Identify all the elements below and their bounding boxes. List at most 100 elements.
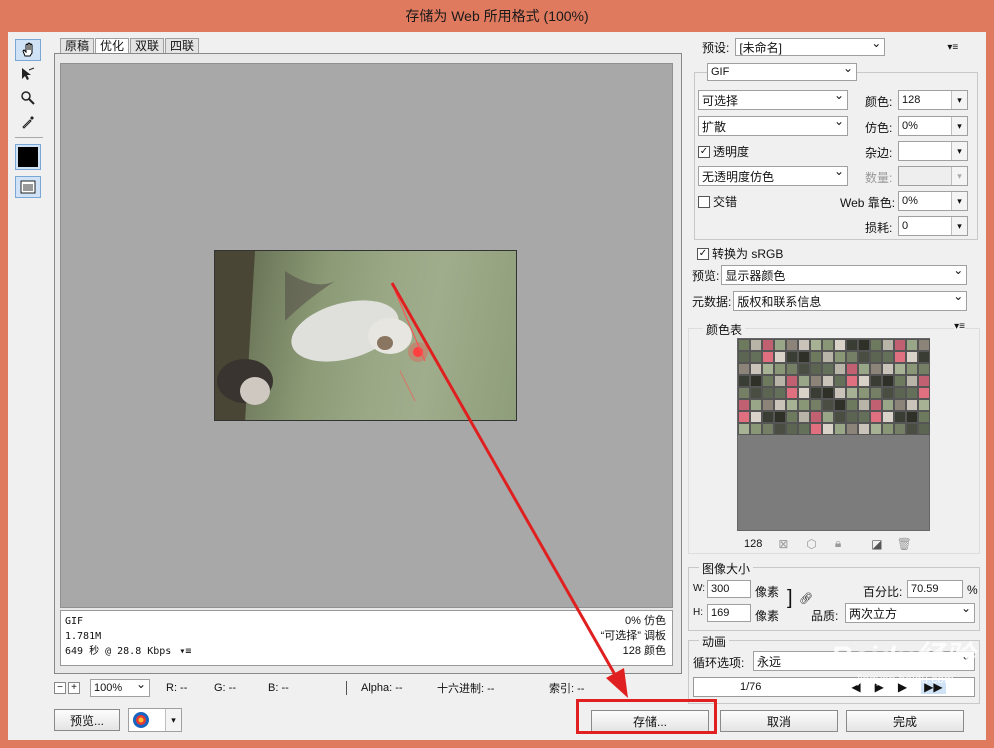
color-reduction-select[interactable]: 可选择	[698, 88, 848, 110]
new-color-icon[interactable]: ◪	[871, 537, 882, 551]
color-swatch[interactable]	[738, 387, 750, 399]
color-swatch[interactable]	[918, 399, 930, 411]
color-swatch[interactable]	[774, 399, 786, 411]
color-swatch[interactable]	[786, 363, 798, 375]
color-swatch[interactable]	[918, 423, 930, 435]
color-swatch[interactable]	[906, 363, 918, 375]
matte-select[interactable]: ▾	[898, 141, 968, 161]
color-swatch[interactable]	[810, 399, 822, 411]
color-swatch[interactable]	[798, 363, 810, 375]
color-swatch[interactable]	[858, 399, 870, 411]
convert-srgb-checkbox[interactable]: ✓	[697, 247, 709, 260]
zoom-tool[interactable]	[15, 87, 41, 109]
color-swatch[interactable]	[762, 423, 774, 435]
color-swatch[interactable]	[858, 375, 870, 387]
color-swatch[interactable]	[822, 339, 834, 351]
color-swatch[interactable]	[786, 375, 798, 387]
color-swatch[interactable]	[810, 351, 822, 363]
color-swatch[interactable]	[870, 363, 882, 375]
height-input[interactable]: 169	[707, 604, 751, 622]
color-swatch[interactable]	[822, 351, 834, 363]
map-transparent-icon[interactable]: ⊠	[778, 537, 788, 551]
color-swatch[interactable]	[858, 411, 870, 423]
color-swatch[interactable]	[750, 363, 762, 375]
color-swatch[interactable]	[750, 411, 762, 423]
trash-icon[interactable]: 🗑︎	[897, 537, 912, 551]
preview-mode-select[interactable]: 显示器颜色	[721, 263, 968, 285]
zoom-in-button[interactable]: +	[68, 682, 80, 694]
color-swatch[interactable]	[906, 351, 918, 363]
dither-algorithm-select[interactable]: 扩散	[698, 114, 848, 136]
percent-input[interactable]: 70.59	[907, 580, 963, 598]
color-swatch[interactable]	[738, 363, 750, 375]
color-swatch[interactable]	[870, 411, 882, 423]
color-swatch[interactable]	[918, 375, 930, 387]
color-swatch[interactable]	[834, 423, 846, 435]
hand-tool[interactable]	[15, 39, 41, 61]
color-swatch[interactable]	[762, 363, 774, 375]
color-swatch[interactable]	[918, 339, 930, 351]
color-swatch[interactable]	[786, 423, 798, 435]
color-swatch[interactable]	[894, 411, 906, 423]
color-swatch[interactable]	[822, 423, 834, 435]
color-swatch[interactable]	[738, 339, 750, 351]
color-swatch[interactable]	[774, 351, 786, 363]
color-swatch[interactable]	[846, 375, 858, 387]
color-swatch[interactable]	[906, 411, 918, 423]
eyedropper-color-swatch[interactable]	[15, 144, 41, 170]
color-swatch[interactable]	[762, 351, 774, 363]
color-swatch[interactable]	[870, 339, 882, 351]
color-swatch[interactable]	[762, 339, 774, 351]
color-swatch[interactable]	[846, 363, 858, 375]
color-swatch[interactable]	[870, 399, 882, 411]
color-swatch[interactable]	[858, 387, 870, 399]
color-swatch[interactable]	[906, 375, 918, 387]
color-swatch[interactable]	[798, 375, 810, 387]
color-swatch[interactable]	[798, 411, 810, 423]
color-swatch[interactable]	[762, 411, 774, 423]
eyedropper-tool[interactable]	[15, 111, 41, 133]
color-swatch[interactable]	[894, 363, 906, 375]
web-shift-icon[interactable]: ⬡	[806, 537, 816, 551]
color-swatch[interactable]	[750, 375, 762, 387]
color-swatch[interactable]	[786, 339, 798, 351]
color-swatch[interactable]	[750, 399, 762, 411]
color-swatch[interactable]	[870, 423, 882, 435]
color-swatch[interactable]	[750, 423, 762, 435]
web-snap-combo[interactable]: 0% ▾	[898, 191, 968, 211]
cancel-button[interactable]: 取消	[720, 710, 838, 732]
preset-select[interactable]: [未命名]	[735, 36, 886, 56]
tab-original[interactable]: 原稿	[60, 38, 95, 54]
color-swatch[interactable]	[846, 351, 858, 363]
color-swatch[interactable]	[798, 387, 810, 399]
color-swatch[interactable]	[822, 387, 834, 399]
amount-combo[interactable]: ▾	[898, 166, 968, 186]
color-swatch[interactable]	[798, 339, 810, 351]
color-swatch[interactable]	[834, 339, 846, 351]
color-swatch[interactable]	[906, 387, 918, 399]
zoom-out-button[interactable]: −	[54, 682, 66, 694]
color-swatch[interactable]	[774, 363, 786, 375]
color-swatch[interactable]	[882, 363, 894, 375]
color-swatch[interactable]	[810, 387, 822, 399]
color-swatch[interactable]	[798, 399, 810, 411]
metadata-select[interactable]: 版权和联系信息	[733, 289, 968, 311]
color-swatch[interactable]	[918, 363, 930, 375]
color-swatch[interactable]	[822, 411, 834, 423]
format-select[interactable]: GIF	[707, 61, 857, 81]
color-swatch[interactable]	[882, 387, 894, 399]
transparency-dither-select[interactable]: 无透明度仿色	[698, 164, 848, 186]
color-swatch[interactable]	[834, 399, 846, 411]
color-swatch[interactable]	[822, 363, 834, 375]
color-swatch[interactable]	[798, 423, 810, 435]
interlaced-checkbox[interactable]	[698, 195, 710, 208]
color-swatch[interactable]	[882, 423, 894, 435]
color-swatch[interactable]	[810, 363, 822, 375]
colors-combo[interactable]: 128 ▾	[898, 90, 968, 110]
color-swatch[interactable]	[762, 375, 774, 387]
color-swatch[interactable]	[894, 375, 906, 387]
color-table-swatches[interactable]	[737, 338, 930, 531]
color-swatch[interactable]	[894, 387, 906, 399]
color-swatch[interactable]	[822, 375, 834, 387]
color-swatch[interactable]	[846, 423, 858, 435]
